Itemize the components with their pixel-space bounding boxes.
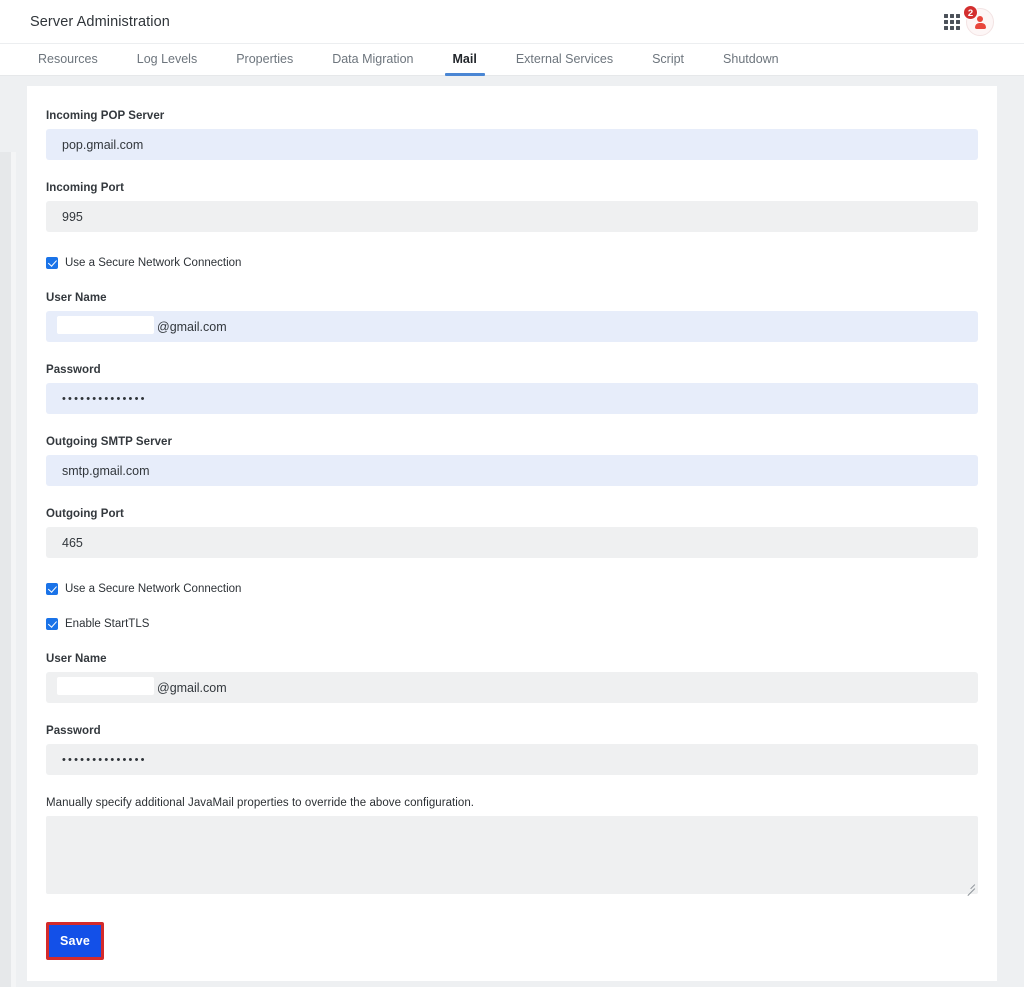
top-bar-actions: 2: [944, 0, 994, 44]
input-outgoing-smtp-server[interactable]: smtp.gmail.com: [46, 455, 978, 486]
field-incoming-user-name: User Name @gmail.com: [46, 292, 978, 342]
tab-shutdown[interactable]: Shutdown: [715, 52, 787, 75]
checkmark-icon[interactable]: [46, 617, 58, 630]
checkbox-label-enable-starttls: Enable StartTLS: [65, 617, 150, 630]
field-incoming-password: Password ••••••••••••••: [46, 364, 978, 414]
save-button[interactable]: Save: [49, 925, 101, 957]
checkbox-enable-starttls[interactable]: Enable StartTLS: [46, 615, 978, 632]
label-outgoing-user-name: User Name: [46, 653, 107, 665]
tab-external-services[interactable]: External Services: [508, 52, 621, 75]
tab-script[interactable]: Script: [644, 52, 692, 75]
field-incoming-pop-server: Incoming POP Server pop.gmail.com: [46, 110, 978, 160]
avatar[interactable]: 2: [963, 5, 994, 36]
label-incoming-user-name: User Name: [46, 292, 107, 304]
input-outgoing-port[interactable]: 465: [46, 527, 978, 558]
checkmark-icon[interactable]: [46, 256, 58, 269]
mail-settings-card: Incoming POP Server pop.gmail.com Incomi…: [27, 86, 997, 981]
label-javamail-properties: Manually specify additional JavaMail pro…: [46, 797, 475, 809]
label-outgoing-password: Password: [46, 725, 101, 737]
field-incoming-port: Incoming Port 995: [46, 182, 978, 232]
grid-apps-icon[interactable]: [944, 14, 960, 30]
label-incoming-pop-server: Incoming POP Server: [46, 110, 165, 122]
checkmark-icon[interactable]: [46, 582, 58, 595]
tab-bar: Resources Log Levels Properties Data Mig…: [0, 44, 1024, 76]
input-outgoing-user-name[interactable]: @gmail.com: [46, 672, 978, 703]
checkbox-label-outgoing-secure: Use a Secure Network Connection: [65, 582, 242, 595]
tab-log-levels[interactable]: Log Levels: [129, 52, 205, 75]
input-incoming-password-value: ••••••••••••••: [62, 392, 147, 405]
input-incoming-user-name[interactable]: @gmail.com: [46, 311, 978, 342]
checkbox-outgoing-secure-connection[interactable]: Use a Secure Network Connection: [46, 580, 978, 597]
page-gutter: [11, 152, 16, 987]
tab-data-migration[interactable]: Data Migration: [324, 52, 421, 75]
input-incoming-port[interactable]: 995: [46, 201, 978, 232]
label-incoming-port: Incoming Port: [46, 182, 124, 194]
field-outgoing-smtp-server: Outgoing SMTP Server smtp.gmail.com: [46, 436, 978, 486]
app-root: Server Administration 2 Resources Log Le…: [0, 0, 1024, 987]
resize-handle-icon[interactable]: [964, 880, 976, 896]
input-incoming-password[interactable]: ••••••••••••••: [46, 383, 978, 414]
page-body: Incoming POP Server pop.gmail.com Incomi…: [0, 76, 1024, 987]
label-outgoing-smtp-server: Outgoing SMTP Server: [46, 436, 173, 448]
top-bar: Server Administration 2: [0, 0, 1024, 44]
tab-mail[interactable]: Mail: [444, 52, 486, 76]
label-outgoing-port: Outgoing Port: [46, 508, 124, 520]
tab-properties[interactable]: Properties: [228, 52, 301, 75]
save-button-highlight: Save: [46, 922, 104, 960]
input-outgoing-password[interactable]: ••••••••••••••: [46, 744, 978, 775]
field-outgoing-password: Password ••••••••••••••: [46, 725, 978, 775]
checkbox-incoming-secure-connection[interactable]: Use a Secure Network Connection: [46, 254, 978, 271]
input-outgoing-password-value: ••••••••••••••: [62, 753, 147, 766]
page-title: Server Administration: [30, 13, 170, 30]
field-outgoing-port: Outgoing Port 465: [46, 508, 978, 558]
tab-resources[interactable]: Resources: [30, 52, 106, 75]
checkbox-label-incoming-secure: Use a Secure Network Connection: [65, 256, 242, 269]
textarea-javamail-properties[interactable]: [46, 816, 978, 896]
input-incoming-pop-server[interactable]: pop.gmail.com: [46, 129, 978, 160]
field-outgoing-user-name: User Name @gmail.com: [46, 653, 978, 703]
label-incoming-password: Password: [46, 364, 101, 376]
page-scrollbar-track[interactable]: [0, 152, 11, 987]
redaction-overlay: [57, 316, 154, 334]
redaction-overlay: [57, 677, 154, 695]
person-glyph: [974, 15, 987, 29]
field-javamail-properties: Manually specify additional JavaMail pro…: [46, 797, 978, 896]
